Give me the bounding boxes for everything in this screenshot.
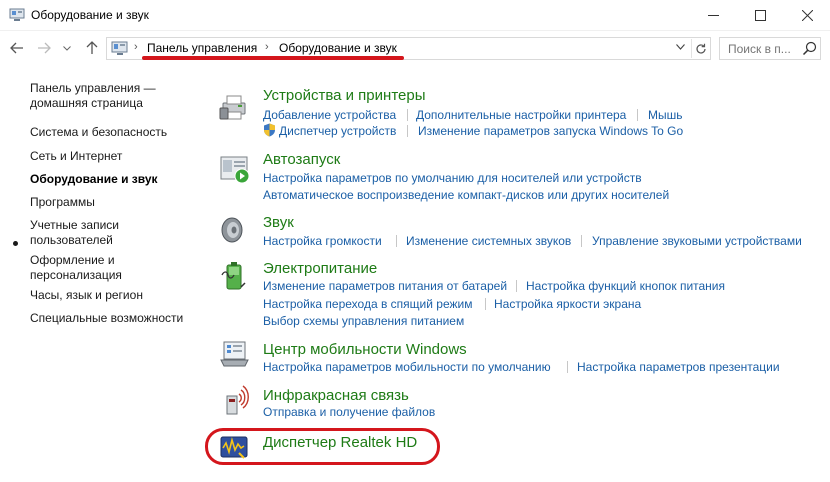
link-power-buttons[interactable]: Настройка функций кнопок питания xyxy=(526,279,725,293)
close-button[interactable] xyxy=(784,0,830,31)
link-separator xyxy=(407,125,408,137)
link-separator xyxy=(637,109,638,121)
breadcrumb-hardware-sound[interactable]: Оборудование и звук xyxy=(279,41,397,55)
link-printer-settings[interactable]: Дополнительные настройки принтера xyxy=(416,108,626,122)
refresh-button[interactable] xyxy=(691,39,710,58)
uac-shield-icon xyxy=(264,123,275,137)
back-button[interactable] xyxy=(8,39,26,57)
title-bar: Оборудование и звук xyxy=(0,0,830,31)
search-box[interactable] xyxy=(719,37,821,60)
battery-icon xyxy=(221,262,246,290)
link-separator xyxy=(567,361,568,373)
window-title: Оборудование и звук xyxy=(31,8,149,22)
arrow-right-icon xyxy=(38,42,51,54)
breadcrumb-highlight-underline xyxy=(142,56,404,60)
breadcrumb-separator-icon: › xyxy=(265,41,269,53)
address-row: › Панель управления › Оборудование и зву… xyxy=(0,31,830,65)
link-add-device[interactable]: Добавление устройства xyxy=(263,108,396,122)
chevron-down-icon xyxy=(63,45,71,51)
arrow-up-icon xyxy=(86,41,98,54)
link-device-manager[interactable]: Диспетчер устройств xyxy=(279,124,396,138)
search-input[interactable] xyxy=(720,38,800,59)
address-dropdown-button[interactable] xyxy=(676,42,685,53)
link-autoplay-cds[interactable]: Автоматическое воспроизведение компакт-д… xyxy=(263,188,669,202)
section-title-sound[interactable]: Звук xyxy=(263,214,294,231)
link-separator xyxy=(516,280,517,292)
main-content: Устройства и принтеры Добавление устройс… xyxy=(0,65,830,482)
link-mobility-defaults[interactable]: Настройка параметров мобильности по умол… xyxy=(263,360,551,374)
link-power-plan[interactable]: Выбор схемы управления питанием xyxy=(263,314,464,328)
link-separator xyxy=(581,235,582,247)
minimize-icon xyxy=(707,15,719,16)
link-sleep-settings[interactable]: Настройка перехода в спящий режим xyxy=(263,297,472,311)
link-battery-settings[interactable]: Изменение параметров питания от батарей xyxy=(263,279,507,293)
breadcrumb-control-panel[interactable]: Панель управления xyxy=(147,41,257,55)
realtek-highlight-circle xyxy=(205,428,440,465)
maximize-button[interactable] xyxy=(737,0,783,31)
recent-locations-button[interactable] xyxy=(58,39,76,57)
section-title-autoplay[interactable]: Автозапуск xyxy=(263,151,340,168)
link-separator xyxy=(396,235,397,247)
section-title-mobility-center[interactable]: Центр мобильности Windows xyxy=(263,341,467,358)
speaker-icon xyxy=(221,217,243,243)
breadcrumb-separator-icon: › xyxy=(134,41,138,53)
link-mouse[interactable]: Мышь xyxy=(648,108,683,122)
autoplay-icon xyxy=(220,156,250,184)
mobility-center-icon xyxy=(220,341,249,367)
link-presentation-settings[interactable]: Настройка параметров презентации xyxy=(577,360,780,374)
link-system-sounds[interactable]: Изменение системных звуков xyxy=(406,234,571,248)
infrared-icon xyxy=(226,385,249,415)
control-panel-icon xyxy=(111,41,128,55)
minimize-button[interactable] xyxy=(690,0,736,31)
maximize-icon xyxy=(754,10,766,21)
link-send-receive-files[interactable]: Отправка и получение файлов xyxy=(263,405,435,419)
section-title-devices-printers[interactable]: Устройства и принтеры xyxy=(263,87,425,104)
link-windows-to-go[interactable]: Изменение параметров запуска Windows To … xyxy=(418,124,683,138)
link-screen-brightness[interactable]: Настройка яркости экрана xyxy=(494,297,641,311)
control-panel-icon xyxy=(9,8,25,21)
search-icon[interactable] xyxy=(802,41,817,56)
link-separator xyxy=(485,298,486,310)
printer-icon xyxy=(219,95,246,120)
link-sound-devices[interactable]: Управление звуковыми устройствами xyxy=(592,234,802,248)
link-separator xyxy=(407,109,408,121)
refresh-icon xyxy=(696,43,706,54)
link-autoplay-defaults[interactable]: Настройка параметров по умолчанию для но… xyxy=(263,171,642,185)
arrow-left-icon xyxy=(10,42,23,54)
link-volume[interactable]: Настройка громкости xyxy=(263,234,382,248)
up-button[interactable] xyxy=(83,39,101,57)
close-icon xyxy=(801,10,813,21)
section-title-infrared[interactable]: Инфракрасная связь xyxy=(263,387,409,404)
section-title-power[interactable]: Электропитание xyxy=(263,260,377,277)
forward-button[interactable] xyxy=(35,39,53,57)
chevron-down-icon xyxy=(676,44,685,50)
